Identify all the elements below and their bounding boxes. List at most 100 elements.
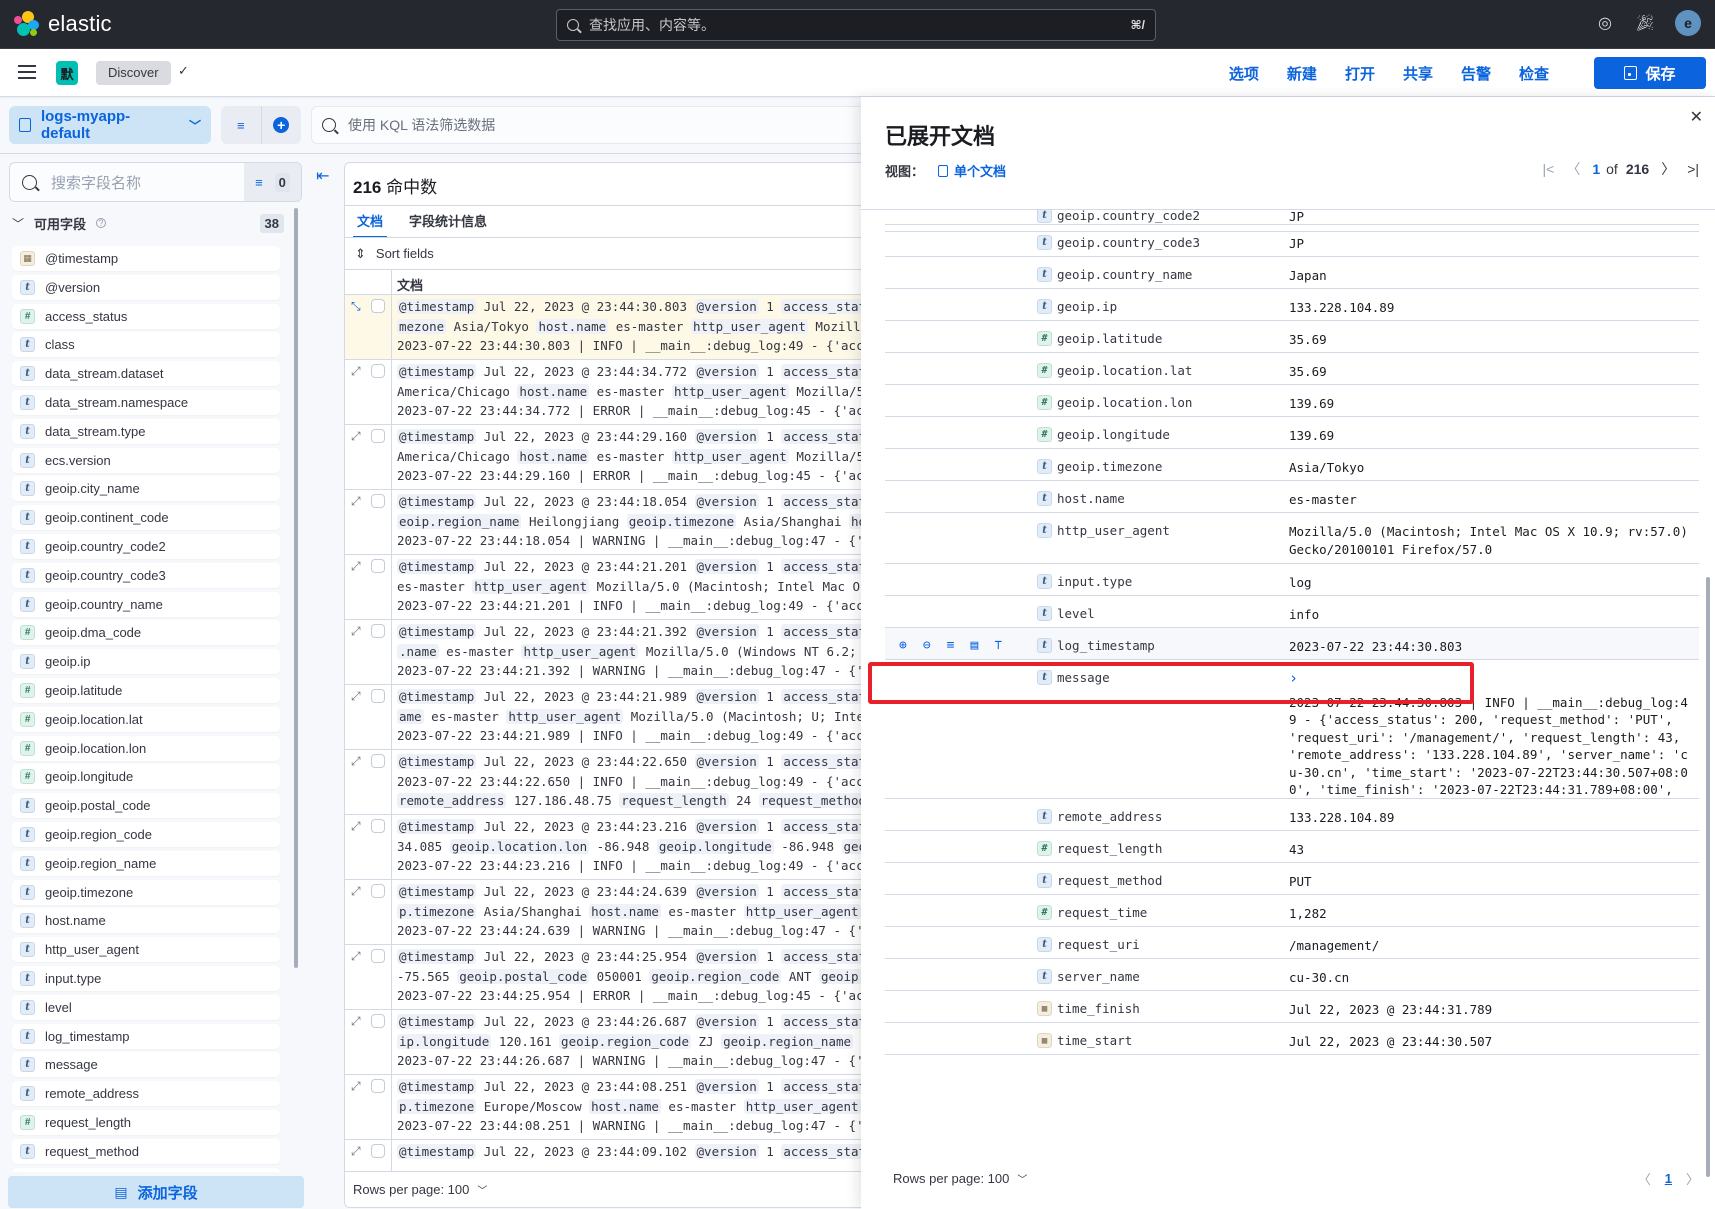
table-row[interactable]: ⤢ @timestamp Jul 22, 2023 @ 23:44:26.687 …: [345, 1010, 873, 1075]
next-page-icon[interactable]: 〉: [1686, 1169, 1699, 1188]
close-icon[interactable]: ✕: [1690, 107, 1703, 127]
expand-icon[interactable]: ⤢: [351, 1079, 361, 1094]
sidebar-field-item[interactable]: t geoip.continent_code: [12, 505, 280, 531]
sidebar-field-item[interactable]: t message: [12, 1052, 280, 1078]
pin-icon[interactable]: ⊤: [994, 638, 1002, 653]
flyout-scrollbar[interactable]: [1706, 577, 1710, 1177]
field-row[interactable]: t geoip.country_code2 JP: [885, 210, 1699, 225]
sort-fields-button[interactable]: ⇕ Sort fields: [345, 237, 873, 269]
kql-query-input[interactable]: 使用 KQL 语法筛选数据: [311, 106, 871, 144]
row-checkbox[interactable]: [371, 624, 385, 638]
menu-icon[interactable]: [18, 65, 36, 79]
field-search-input[interactable]: 搜索字段名称 ≡ 0: [9, 162, 302, 202]
row-checkbox[interactable]: [371, 1079, 385, 1093]
sidebar-field-item[interactable]: t remote_address: [12, 1081, 280, 1107]
table-row[interactable]: ⤢ @timestamp Jul 22, 2023 @ 23:44:18.054 …: [345, 490, 873, 555]
field-row[interactable]: # geoip.longitude 139.69: [885, 417, 1699, 449]
expand-icon[interactable]: ⤢: [351, 364, 361, 379]
row-checkbox[interactable]: [371, 429, 385, 443]
field-row[interactable]: t geoip.ip 133.228.104.89: [885, 289, 1699, 321]
sidebar-field-item[interactable]: t @version: [12, 274, 280, 300]
sidebar-field-item[interactable]: # request_length: [12, 1109, 280, 1135]
field-row[interactable]: t server_name cu-30.cn: [885, 959, 1699, 991]
collapse-sidebar-icon[interactable]: ⇤: [316, 166, 329, 186]
table-row[interactable]: ⤢ @timestamp Jul 22, 2023 @ 23:44:29.160 …: [345, 425, 873, 490]
collapse-icon[interactable]: ⤡: [351, 299, 361, 314]
table-row[interactable]: ⤡ @timestamp Jul 22, 2023 @ 23:44:30.803 …: [345, 295, 873, 360]
field-row[interactable]: # geoip.latitude 35.69: [885, 321, 1699, 353]
field-row[interactable]: # request_time 1,282: [885, 895, 1699, 927]
inspect-button[interactable]: 检查: [1519, 63, 1549, 84]
sidebar-field-item[interactable]: t level: [12, 994, 280, 1020]
space-badge[interactable]: 默: [56, 61, 78, 85]
filter-menu-icon[interactable]: ≡: [221, 106, 262, 144]
table-row[interactable]: ⤢ @timestamp Jul 22, 2023 @ 23:44:24.639 …: [345, 880, 873, 945]
sidebar-field-item[interactable]: t input.type: [12, 965, 280, 991]
expand-icon[interactable]: ⤢: [351, 559, 361, 574]
rows-per-page-selector[interactable]: Rows per page: 100: [353, 1182, 469, 1197]
field-row[interactable]: t request_uri/management/: [885, 927, 1699, 959]
filter-out-icon[interactable]: ⊖: [923, 638, 931, 653]
sidebar-field-item[interactable]: t http_user_agent: [12, 937, 280, 963]
sidebar-field-item[interactable]: t host.name: [12, 908, 280, 934]
field-row[interactable]: t level info: [885, 596, 1699, 628]
table-row[interactable]: ⤢ @timestamp Jul 22, 2023 @ 23:44:21.392 …: [345, 620, 873, 685]
table-row[interactable]: ⤢ @timestamp Jul 22, 2023 @ 23:44:21.201 …: [345, 555, 873, 620]
expand-icon[interactable]: ⤢: [351, 819, 361, 834]
table-row[interactable]: ⤢ @timestamp Jul 22, 2023 @ 23:44:34.772 …: [345, 360, 873, 425]
row-checkbox[interactable]: [371, 949, 385, 963]
field-row[interactable]: t geoip.country_name Japan: [885, 257, 1699, 289]
page-number[interactable]: 1: [1665, 1171, 1672, 1186]
table-row[interactable]: ⤢ @timestamp Jul 22, 2023 @ 23:44:22.650 …: [345, 750, 873, 815]
sidebar-field-item[interactable]: # geoip.location.lat: [12, 706, 280, 732]
sidebar-field-item[interactable]: t geoip.region_name: [12, 850, 280, 876]
data-view-picker[interactable]: logs-myapp-default ﹀: [9, 106, 211, 144]
field-row[interactable]: ▦ time_finish Jul 22, 2023 @ 23:44:31.789: [885, 991, 1699, 1023]
options-button[interactable]: 选项: [1229, 63, 1259, 84]
sidebar-field-item[interactable]: t geoip.country_name: [12, 591, 280, 617]
sidebar-field-item[interactable]: t data_stream.type: [12, 418, 280, 444]
field-row[interactable]: # geoip.location.lat 35.69: [885, 353, 1699, 385]
row-checkbox[interactable]: [371, 1014, 385, 1028]
sidebar-scrollbar[interactable]: [294, 208, 298, 968]
expand-icon[interactable]: ⤢: [351, 689, 361, 704]
field-row[interactable]: t http_user_agent Mozilla/5.0 (Macintosh; …: [885, 513, 1699, 564]
chevron-down-icon[interactable]: ﹀: [1017, 1171, 1027, 1186]
sidebar-field-item[interactable]: t class: [12, 332, 280, 358]
row-checkbox[interactable]: [371, 689, 385, 703]
open-button[interactable]: 打开: [1345, 63, 1375, 84]
expand-icon[interactable]: ⤢: [351, 949, 361, 964]
field-row[interactable]: t message › 2023-07-22 23:44:30.803 | INFO …: [885, 660, 1699, 799]
rows-per-page-selector[interactable]: Rows per page: 100: [893, 1171, 1009, 1186]
sidebar-field-item[interactable]: # geoip.dma_code: [12, 620, 280, 646]
table-row[interactable]: ⤢ @timestamp Jul 22, 2023 @ 23:44:21.989 …: [345, 685, 873, 750]
sidebar-field-item[interactable]: t data_stream.namespace: [12, 389, 280, 415]
next-icon[interactable]: 〉: [1661, 159, 1675, 179]
sidebar-field-item[interactable]: # access_status: [12, 303, 280, 329]
expand-icon[interactable]: ⤢: [351, 429, 361, 444]
single-document-link[interactable]: 单个文档: [938, 161, 1006, 180]
sidebar-field-item[interactable]: t geoip.region_code: [12, 821, 280, 847]
sidebar-field-item[interactable]: t request_method: [12, 1138, 280, 1164]
toggle-column-icon[interactable]: ▤: [970, 638, 978, 653]
field-row[interactable]: # request_length 43: [885, 831, 1699, 863]
row-checkbox[interactable]: [371, 494, 385, 508]
chevron-down-icon[interactable]: ﹀: [477, 1182, 487, 1197]
help-icon[interactable]: ◎: [1595, 13, 1615, 33]
add-filter-button[interactable]: +: [262, 106, 302, 144]
field-row[interactable]: t remote_address 133.228.104.89: [885, 799, 1699, 831]
table-row[interactable]: ⤢ @timestamp Jul 22, 2023 @ 23:44:25.954 …: [345, 945, 873, 1010]
field-row[interactable]: # geoip.location.lon 139.69: [885, 385, 1699, 417]
tab-field-statistics[interactable]: 字段统计信息: [405, 206, 491, 238]
expand-icon[interactable]: ⤢: [351, 884, 361, 899]
last-page-icon[interactable]: >|: [1687, 161, 1699, 177]
table-row[interactable]: ⤢ @timestamp Jul 22, 2023 @ 23:44:23.216 …: [345, 815, 873, 880]
sidebar-field-item[interactable]: # geoip.latitude: [12, 677, 280, 703]
field-row[interactable]: t geoip.country_code3 JP: [885, 225, 1699, 257]
breadcrumb-discover[interactable]: Discover: [96, 61, 171, 85]
sidebar-field-item[interactable]: t geoip.ip: [12, 649, 280, 675]
avatar[interactable]: e: [1675, 10, 1701, 36]
sidebar-field-item[interactable]: t geoip.postal_code: [12, 793, 280, 819]
sidebar-field-item[interactable]: t geoip.timezone: [12, 879, 280, 905]
alerts-button[interactable]: 告警: [1461, 63, 1491, 84]
